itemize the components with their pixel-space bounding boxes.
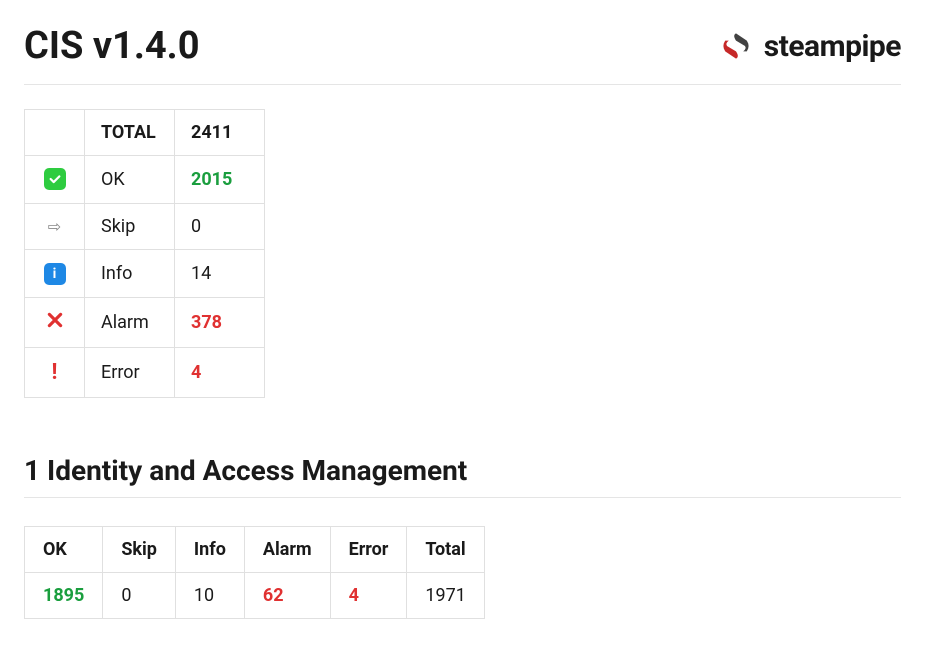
detail-header-error: Error	[330, 527, 407, 573]
summary-total-label: TOTAL	[85, 110, 175, 156]
brand-name: steampipe	[764, 29, 901, 64]
summary-row-skip: ⇨ Skip 0	[25, 204, 265, 250]
ok-value: 2015	[175, 156, 265, 204]
summary-header-row: TOTAL 2411	[25, 110, 265, 156]
skip-label: Skip	[85, 204, 175, 250]
summary-row-info: i Info 14	[25, 250, 265, 298]
steampipe-logo-icon	[718, 28, 754, 64]
detail-skip-value: 0	[103, 573, 176, 619]
detail-error-value: 4	[330, 573, 407, 619]
skip-icon-cell: ⇨	[25, 204, 85, 250]
error-label: Error	[85, 348, 175, 398]
page-title: CIS v1.4.0	[24, 24, 200, 68]
detail-info-value: 10	[175, 573, 244, 619]
section-divider	[24, 497, 901, 498]
alarm-icon-cell	[25, 298, 85, 348]
info-value: 14	[175, 250, 265, 298]
info-icon-cell: i	[25, 250, 85, 298]
summary-total-value: 2411	[175, 110, 265, 156]
detail-data-row: 1895 0 10 62 4 1971	[25, 573, 485, 619]
detail-total-value: 1971	[407, 573, 484, 619]
alarm-label: Alarm	[85, 298, 175, 348]
summary-table: TOTAL 2411 OK 2015 ⇨ Skip 0 i Info 14 Al…	[24, 109, 265, 398]
arrow-right-icon: ⇨	[48, 217, 61, 236]
summary-row-error: ! Error 4	[25, 348, 265, 398]
summary-row-alarm: Alarm 378	[25, 298, 265, 348]
info-label: Info	[85, 250, 175, 298]
detail-table: OK Skip Info Alarm Error Total 1895 0 10…	[24, 526, 485, 619]
detail-ok-value: 1895	[25, 573, 103, 619]
detail-header-alarm: Alarm	[244, 527, 330, 573]
summary-header-icon-cell	[25, 110, 85, 156]
exclamation-icon: !	[52, 360, 58, 385]
detail-alarm-value: 62	[244, 573, 330, 619]
summary-row-ok: OK 2015	[25, 156, 265, 204]
detail-header-info: Info	[175, 527, 244, 573]
detail-header-ok: OK	[25, 527, 103, 573]
detail-header-skip: Skip	[103, 527, 176, 573]
x-icon	[46, 310, 64, 335]
section-title: 1 Identity and Access Management	[24, 454, 901, 487]
detail-header-row: OK Skip Info Alarm Error Total	[25, 527, 485, 573]
checkmark-icon	[44, 168, 66, 190]
ok-label: OK	[85, 156, 175, 204]
ok-icon-cell	[25, 156, 85, 204]
header: CIS v1.4.0 steampipe	[24, 24, 901, 85]
error-value: 4	[175, 348, 265, 398]
skip-value: 0	[175, 204, 265, 250]
error-icon-cell: !	[25, 348, 85, 398]
alarm-value: 378	[175, 298, 265, 348]
detail-header-total: Total	[407, 527, 484, 573]
brand: steampipe	[718, 28, 901, 64]
info-icon: i	[44, 263, 66, 285]
